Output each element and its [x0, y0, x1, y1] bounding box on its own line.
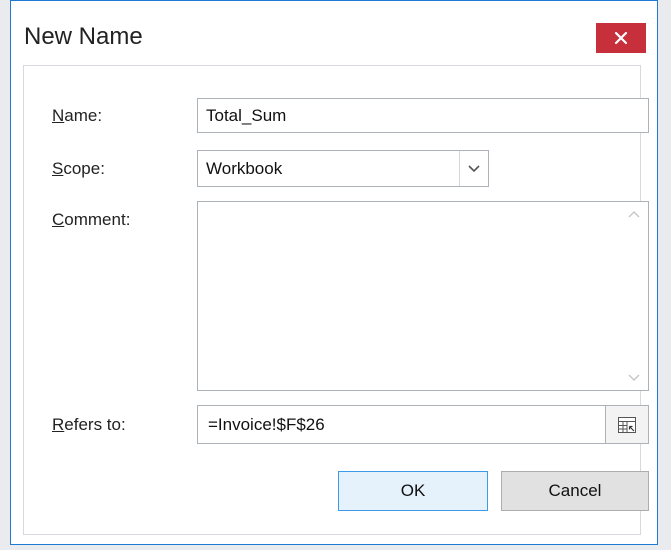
scope-label-mnemonic: S: [52, 159, 64, 178]
refers-to-input[interactable]: =Invoice!$F$26: [197, 405, 649, 444]
comment-text: [198, 202, 620, 390]
name-label-mnemonic: N: [52, 106, 65, 125]
scope-dropdown-button[interactable]: [459, 151, 488, 186]
comment-scrollbar[interactable]: [620, 202, 648, 390]
refers-to-label: Refers to:: [52, 415, 126, 435]
scope-select[interactable]: Workbook: [197, 150, 489, 187]
comment-label-mnemonic: C: [52, 210, 65, 229]
comment-label: Comment:: [52, 210, 130, 230]
close-icon: [614, 31, 628, 45]
ok-button[interactable]: OK: [338, 471, 488, 511]
name-label-text: ame:: [64, 106, 103, 125]
comment-label-text: omment:: [64, 210, 131, 229]
refers-to-label-mnemonic: R: [52, 415, 65, 434]
comment-textarea[interactable]: [197, 201, 649, 391]
chevron-down-icon[interactable]: [628, 374, 640, 382]
scope-label: Scope:: [52, 159, 105, 179]
range-select-button[interactable]: [605, 406, 648, 443]
dialog-body: Name: Total_Sum Scope: Workbook Comment:: [23, 65, 649, 535]
name-input-value: Total_Sum: [206, 105, 287, 125]
close-button[interactable]: [596, 23, 646, 53]
dialog-title: New Name: [24, 23, 143, 50]
chevron-down-icon: [468, 164, 480, 172]
scope-select-value: Workbook: [206, 158, 283, 178]
range-select-icon: [618, 416, 636, 433]
name-input[interactable]: Total_Sum: [197, 98, 649, 133]
name-label: Name:: [52, 106, 102, 126]
scope-label-text: cope:: [63, 159, 105, 178]
chevron-up-icon[interactable]: [628, 210, 640, 218]
cancel-button[interactable]: Cancel: [501, 471, 649, 511]
refers-to-label-text: efers to:: [64, 415, 126, 434]
new-name-dialog: New Name Name: Total_Sum Scope: Workbook…: [10, 0, 658, 545]
refers-to-value: =Invoice!$F$26: [208, 414, 325, 434]
